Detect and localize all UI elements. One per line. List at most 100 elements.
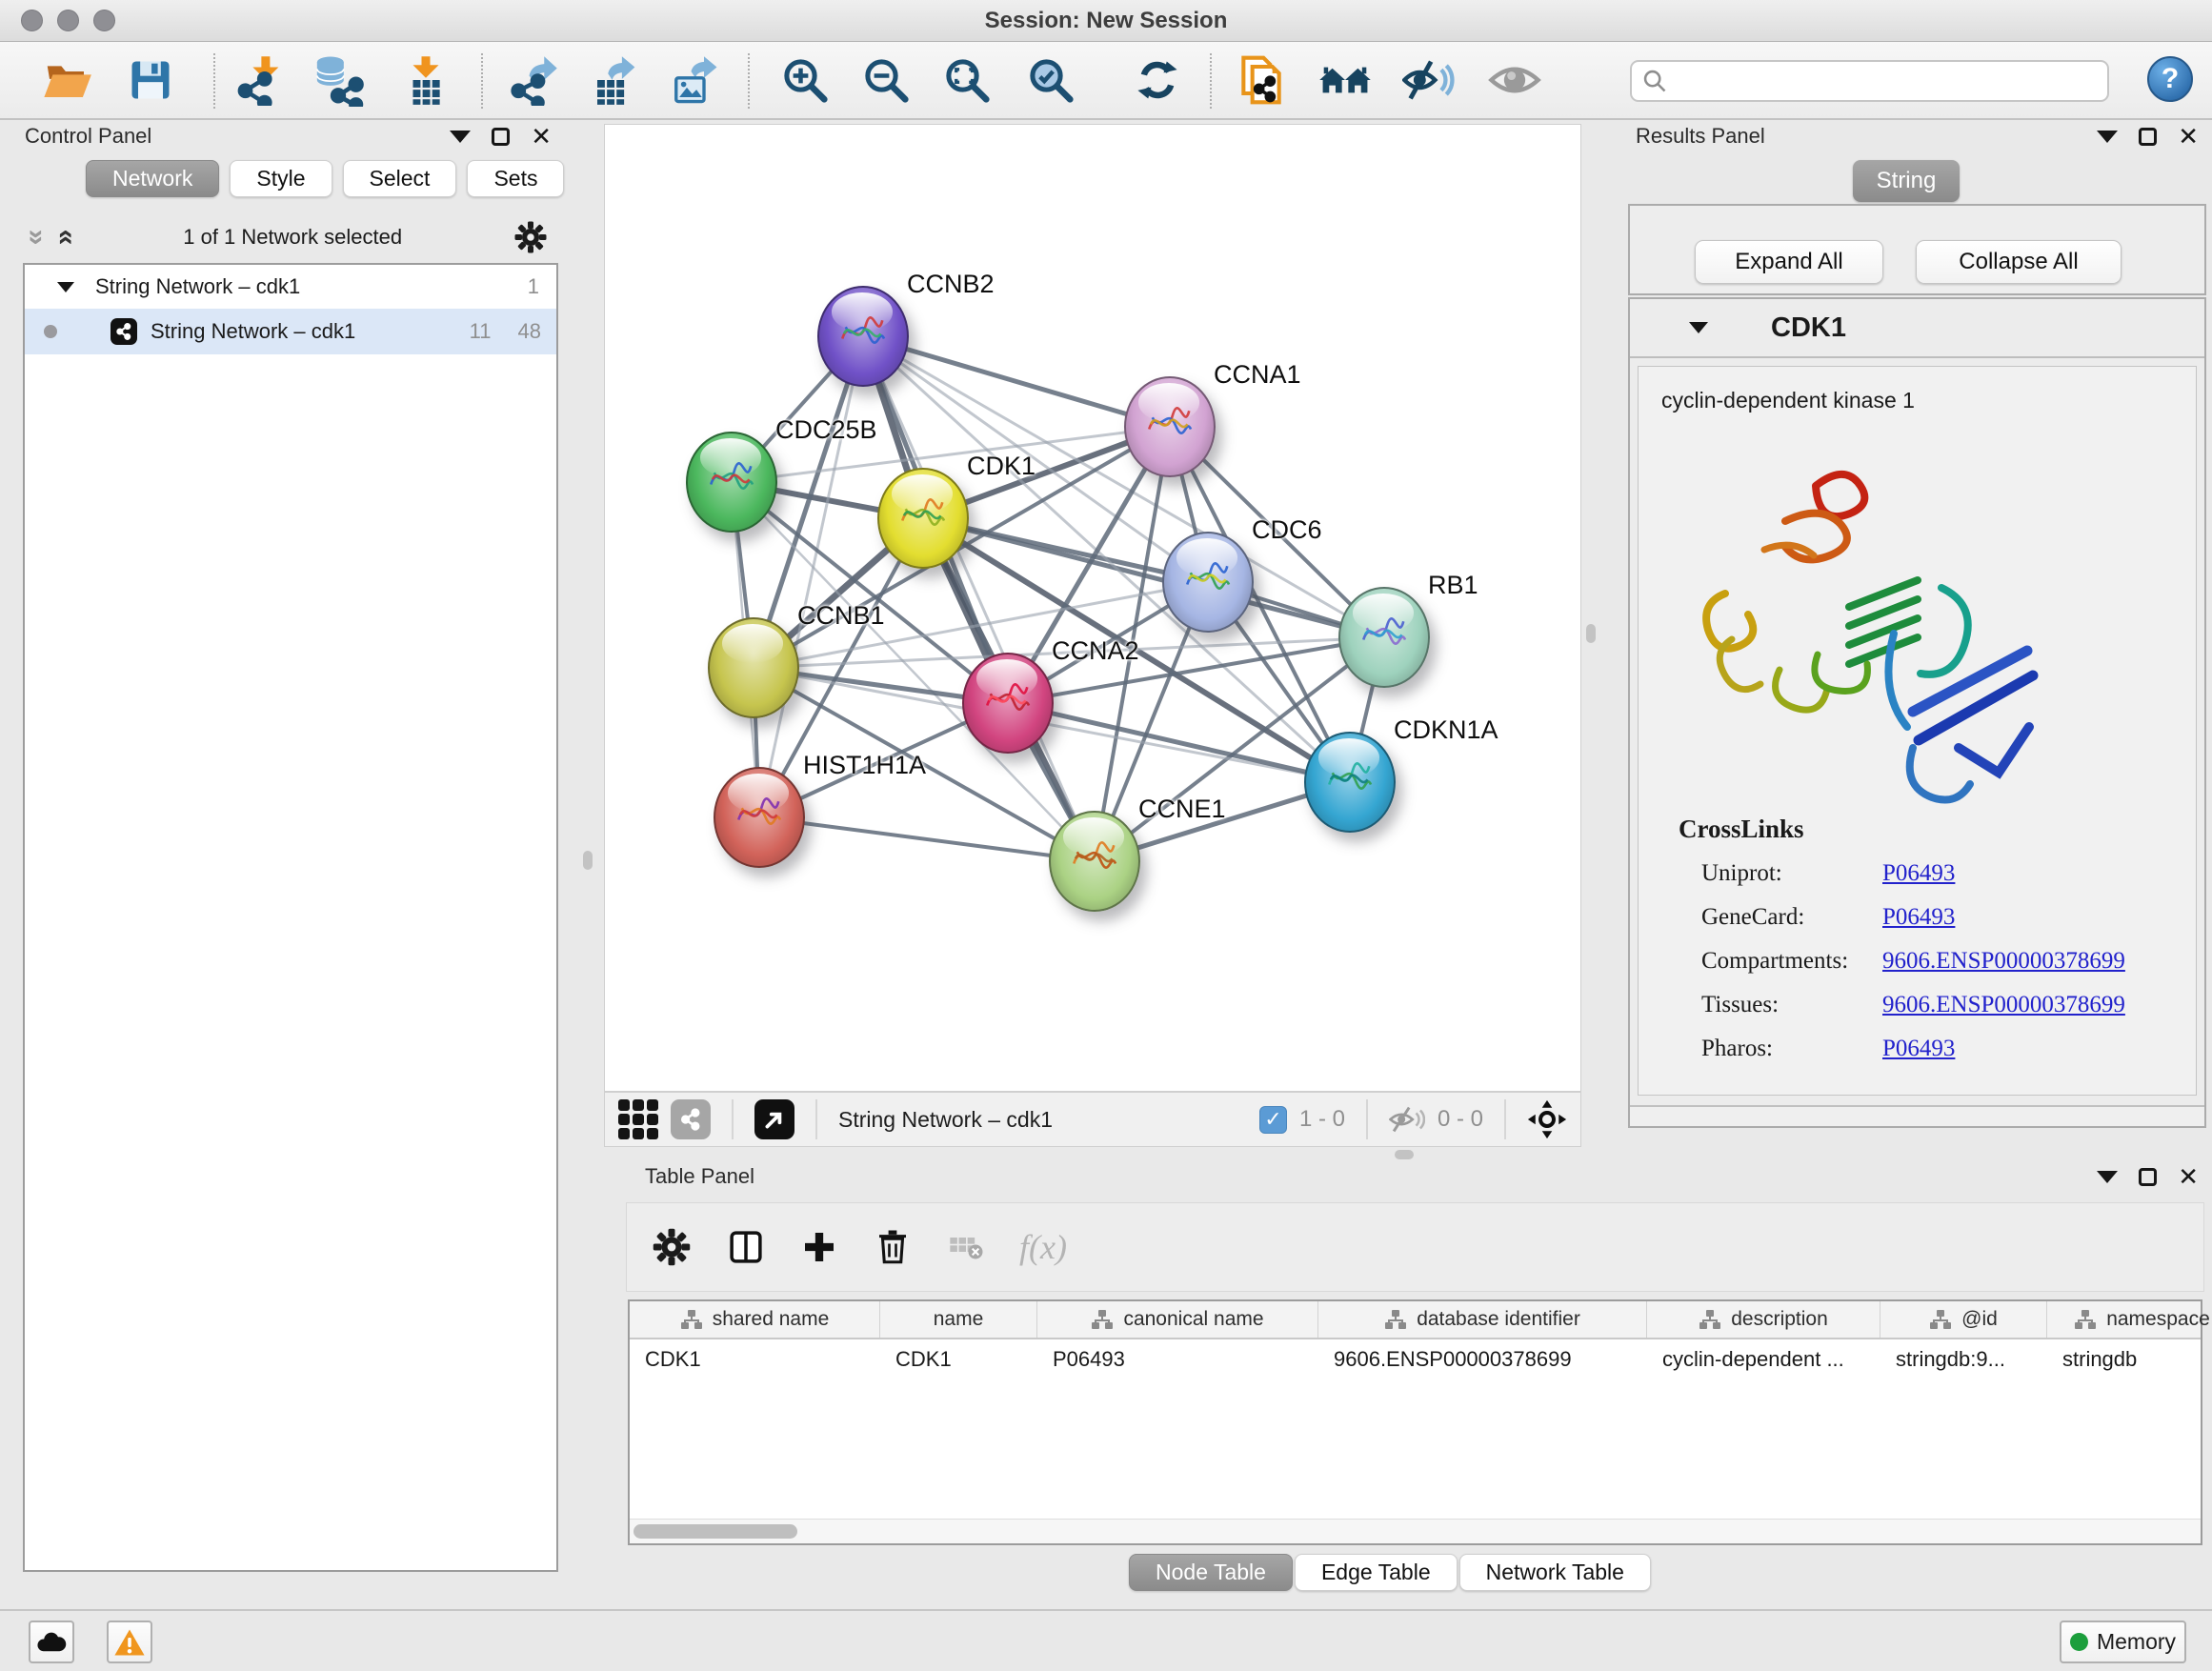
table-options-gear-icon[interactable]	[652, 1227, 692, 1267]
table-cell[interactable]: stringdb:9...	[1880, 1339, 2047, 1379]
gene-entry-header[interactable]: CDK1	[1630, 299, 2204, 358]
tab-edge-table[interactable]: Edge Table	[1295, 1554, 1458, 1591]
network-node[interactable]	[1049, 811, 1140, 912]
results-scrollbar[interactable]	[1630, 1105, 2204, 1126]
collection-expander-icon[interactable]	[57, 282, 74, 292]
network-edge[interactable]	[863, 336, 1170, 427]
table-cell[interactable]: CDK1	[630, 1339, 880, 1379]
network-node[interactable]	[877, 468, 969, 569]
birds-eye-view-icon[interactable]	[1487, 52, 1542, 108]
scrollbar-thumb[interactable]	[633, 1524, 797, 1539]
collapse-panel-icon[interactable]	[2097, 1171, 2118, 1183]
import-table-from-file-icon[interactable]	[400, 54, 452, 106]
column-header[interactable]: shared name	[630, 1301, 880, 1338]
tab-sets[interactable]: Sets	[467, 160, 564, 197]
network-node[interactable]	[1124, 376, 1216, 477]
bottom-splitter-handle[interactable]	[1395, 1150, 1414, 1159]
table-cell[interactable]: cyclin-dependent ...	[1647, 1339, 1880, 1379]
export-image-icon[interactable]	[670, 54, 721, 106]
close-panel-icon[interactable]: ✕	[2178, 127, 2199, 146]
network-node[interactable]	[817, 286, 909, 387]
network-edge[interactable]	[759, 817, 1095, 861]
warnings-button[interactable]	[107, 1621, 152, 1663]
network-node[interactable]	[708, 617, 799, 718]
network-node[interactable]	[962, 653, 1054, 754]
column-header[interactable]: @id	[1880, 1301, 2047, 1338]
left-splitter-handle[interactable]	[583, 851, 593, 870]
memory-button[interactable]: Memory	[2060, 1621, 2186, 1663]
create-column-icon[interactable]	[800, 1228, 838, 1266]
network-node[interactable]	[1338, 587, 1430, 688]
collapse-panel-icon[interactable]	[450, 131, 471, 143]
refresh-view-icon[interactable]	[1133, 55, 1182, 105]
column-header[interactable]: name	[880, 1301, 1037, 1338]
column-header[interactable]: description	[1647, 1301, 1880, 1338]
network-collection-row[interactable]: String Network – cdk1 1	[25, 265, 556, 309]
collapse-all-networks-icon[interactable]: »	[50, 230, 78, 246]
float-panel-icon[interactable]	[2139, 128, 2157, 146]
float-panel-icon[interactable]	[492, 128, 510, 146]
network-options-gear-icon[interactable]	[513, 220, 548, 254]
network-node[interactable]	[1304, 732, 1396, 833]
column-header[interactable]: namespace	[2047, 1301, 2212, 1338]
tab-network-table[interactable]: Network Table	[1459, 1554, 1651, 1591]
tab-network[interactable]: Network	[86, 160, 219, 197]
results-tab-string[interactable]: String	[1853, 160, 1960, 202]
zoom-selected-icon[interactable]	[1025, 54, 1076, 106]
crosslink-link[interactable]: P06493	[1882, 860, 1955, 887]
table-cell[interactable]: P06493	[1037, 1339, 1318, 1379]
close-panel-icon[interactable]: ✕	[531, 127, 552, 146]
float-panel-icon[interactable]	[2139, 1168, 2157, 1186]
graphics-details-toggle-icon[interactable]	[1402, 53, 1456, 107]
export-network-icon[interactable]	[508, 54, 559, 106]
network-node[interactable]	[1162, 532, 1254, 633]
string-share-icon[interactable]	[671, 1099, 711, 1139]
save-session-icon[interactable]	[126, 55, 175, 105]
string-home-icon[interactable]	[1317, 52, 1373, 108]
network-node[interactable]	[686, 432, 777, 533]
zoom-out-icon[interactable]	[860, 54, 912, 106]
show-columns-icon[interactable]	[726, 1227, 766, 1267]
table-row[interactable]: CDK1CDK1P064939606.ENSP00000378699cyclin…	[630, 1339, 2201, 1379]
help-button[interactable]: ?	[2147, 56, 2193, 102]
column-header[interactable]: canonical name	[1037, 1301, 1318, 1338]
network-node[interactable]	[714, 767, 805, 868]
crosslink-link[interactable]: 9606.ENSP00000378699	[1882, 992, 2125, 1018]
table-cell[interactable]: CDK1	[880, 1339, 1037, 1379]
string-import-icon[interactable]	[1235, 53, 1288, 107]
search-input[interactable]	[1668, 64, 2107, 98]
tab-select[interactable]: Select	[343, 160, 457, 197]
import-network-from-database-icon[interactable]	[312, 53, 365, 107]
gene-expander-icon[interactable]	[1689, 322, 1708, 333]
table-cell[interactable]: 9606.ENSP00000378699	[1318, 1339, 1647, 1379]
table-h-scrollbar[interactable]	[630, 1519, 2201, 1543]
cloud-button[interactable]	[29, 1621, 74, 1663]
network-canvas[interactable]: CCNB2CCNA1CDC25BCDK1CDC6RB1CCNB1CCNA2CDK…	[604, 124, 1581, 1092]
crosslink-link[interactable]: P06493	[1882, 904, 1955, 931]
expand-all-button[interactable]: Expand All	[1695, 240, 1883, 284]
import-network-from-file-icon[interactable]	[232, 54, 284, 106]
close-panel-icon[interactable]: ✕	[2178, 1167, 2199, 1186]
collapse-all-button[interactable]: Collapse All	[1916, 240, 2122, 284]
birds-eye-toggle-icon[interactable]	[1527, 1099, 1567, 1139]
right-splitter-handle[interactable]	[1586, 624, 1596, 643]
tab-node-table[interactable]: Node Table	[1129, 1554, 1293, 1591]
delete-column-icon[interactable]	[873, 1227, 913, 1267]
open-in-window-icon[interactable]	[754, 1099, 794, 1139]
selected-checkbox-icon[interactable]: ✓	[1259, 1106, 1287, 1134]
network-edge[interactable]	[1008, 703, 1350, 782]
network-row[interactable]: String Network – cdk1 11 48	[25, 309, 556, 354]
zoom-in-icon[interactable]	[779, 54, 831, 106]
export-table-icon[interactable]	[589, 54, 640, 106]
collapse-panel-icon[interactable]	[2097, 131, 2118, 143]
crosslink-link[interactable]: 9606.ENSP00000378699	[1882, 948, 2125, 975]
crosslink-link[interactable]: P06493	[1882, 1036, 1955, 1062]
table-cell[interactable]: stringdb	[2047, 1339, 2212, 1379]
tab-style[interactable]: Style	[230, 160, 332, 197]
view-grid-icon[interactable]	[618, 1099, 658, 1139]
column-header[interactable]: database identifier	[1318, 1301, 1647, 1338]
open-session-icon[interactable]	[41, 54, 92, 106]
zoom-fit-content-icon[interactable]	[941, 54, 993, 106]
expand-all-networks-icon[interactable]: »	[22, 230, 50, 246]
network-edge[interactable]	[863, 336, 1095, 861]
